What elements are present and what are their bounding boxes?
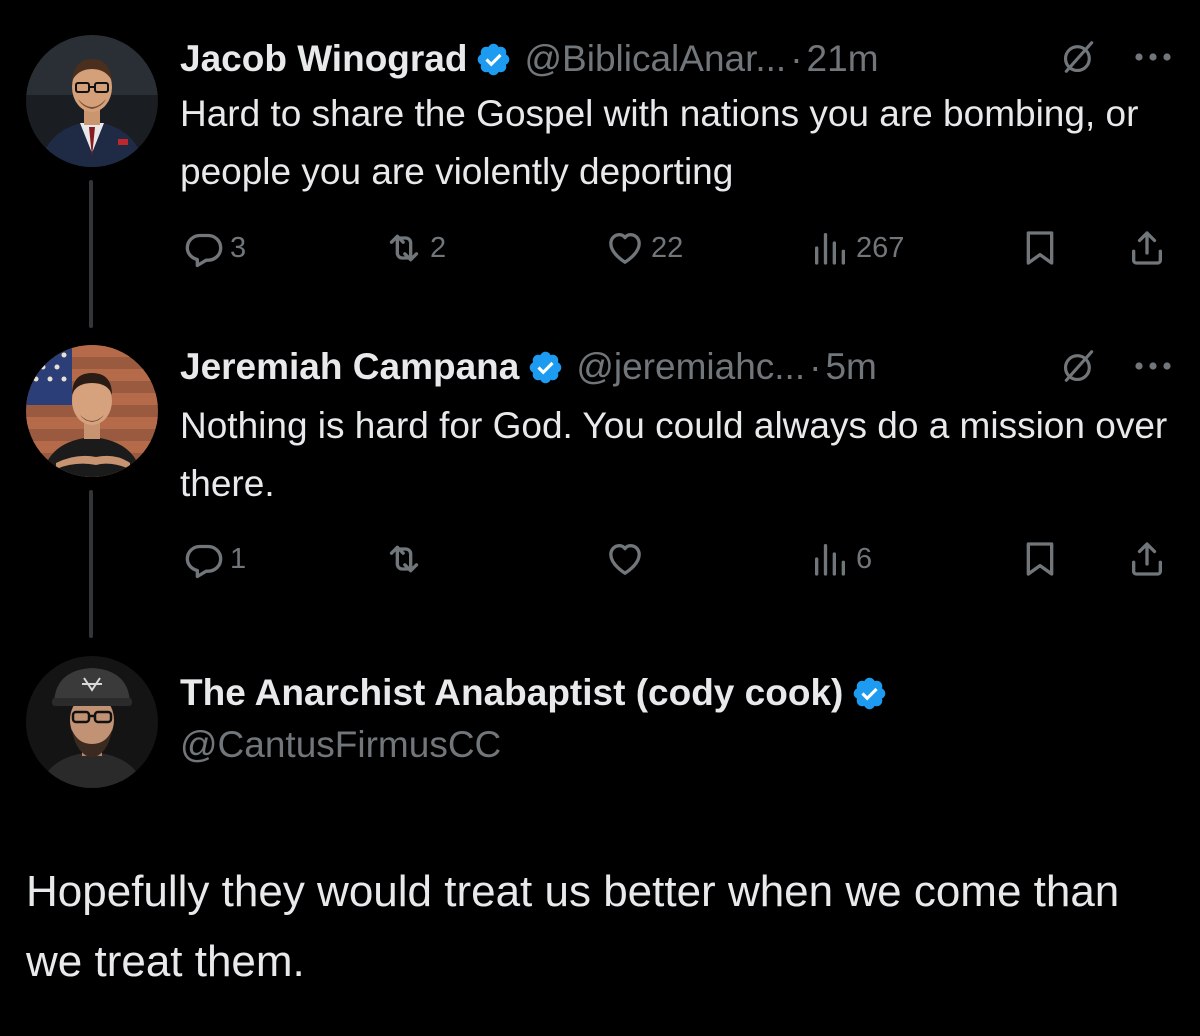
view-count: 267: [856, 232, 905, 264]
timestamp[interactable]: 5m: [825, 345, 876, 389]
like-button[interactable]: [605, 539, 651, 579]
like-button[interactable]: 22: [605, 228, 683, 268]
main-tweet-author: The Anarchist Anabaptist (cody cook) @Ca…: [180, 667, 900, 771]
handle[interactable]: @jeremiahc...: [576, 345, 805, 389]
retweet-icon: [389, 234, 419, 262]
thread-connector-line: [89, 180, 93, 328]
display-name[interactable]: Jacob Winograd: [180, 37, 467, 81]
handle[interactable]: @CantusFirmusCC: [180, 719, 900, 771]
tweet-text: Hard to share the Gospel with nations yo…: [180, 93, 1139, 192]
avatar[interactable]: [26, 35, 158, 167]
separator-dot: ·: [790, 38, 803, 79]
reply-count: 3: [230, 232, 247, 264]
like-icon: [609, 233, 641, 264]
tweet-header: Jacob Winograd @BiblicalAnar... · 21m: [180, 37, 879, 81]
reply-count: 1: [230, 543, 247, 575]
bookmark-button[interactable]: [1020, 539, 1060, 579]
share-button[interactable]: [1127, 228, 1167, 268]
avatar[interactable]: [26, 345, 158, 477]
views-icon: [815, 233, 845, 265]
bookmark-button[interactable]: [1020, 228, 1060, 268]
bookmark-icon: [1026, 542, 1054, 576]
display-name[interactable]: Jeremiah Campana: [180, 345, 519, 389]
verified-badge-icon: [851, 675, 888, 712]
avatar[interactable]: [26, 656, 158, 788]
retweet-icon: [389, 545, 419, 573]
verified-badge-icon: [475, 41, 512, 78]
thread-connector-line: [89, 490, 93, 638]
reply-icon: [185, 233, 223, 268]
retweet-button[interactable]: 2: [384, 228, 446, 268]
main-tweet-text: Hopefully they would treat us better whe…: [26, 867, 1120, 986]
share-icon: [1132, 542, 1162, 576]
grok-icon[interactable]: [1060, 347, 1098, 385]
display-name[interactable]: The Anarchist Anabaptist (cody cook): [180, 667, 843, 719]
main-name-row: The Anarchist Anabaptist (cody cook): [180, 667, 900, 719]
view-count: 6: [856, 543, 873, 575]
reply-icon: [185, 544, 223, 579]
retweet-button[interactable]: [384, 539, 430, 579]
more-icon[interactable]: [1133, 51, 1173, 63]
like-count: 22: [651, 232, 684, 264]
like-icon: [609, 544, 641, 575]
separator-dot: ·: [809, 346, 822, 387]
timestamp[interactable]: 21m: [807, 37, 879, 81]
views-icon: [815, 544, 845, 576]
views-button[interactable]: 267: [810, 228, 904, 268]
share-icon: [1132, 231, 1162, 265]
retweet-count: 2: [430, 232, 447, 264]
handle[interactable]: @BiblicalAnar...: [524, 37, 786, 81]
more-icon[interactable]: [1133, 360, 1173, 372]
grok-icon[interactable]: [1060, 38, 1098, 76]
tweet-text: Nothing is hard for God. You could alway…: [180, 405, 1168, 504]
reply-button[interactable]: 3: [184, 228, 246, 268]
views-button[interactable]: 6: [810, 539, 872, 579]
verified-badge-icon: [527, 349, 564, 386]
bookmark-icon: [1026, 231, 1054, 265]
reply-button[interactable]: 1: [184, 539, 246, 579]
tweet-header: Jeremiah Campana @jeremiahc... · 5m: [180, 345, 877, 389]
share-button[interactable]: [1127, 539, 1167, 579]
